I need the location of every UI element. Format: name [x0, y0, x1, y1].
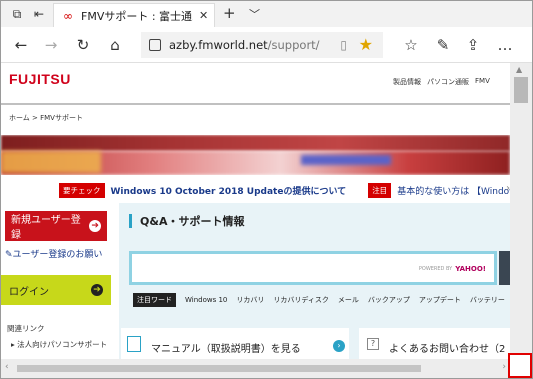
browser-window: ⧉ ⇤ ∞ FMVサポート : 富士通パソ ✕ + ﹀ ← → ↻ ⌂ azby…	[0, 0, 533, 379]
powered-by-yahoo: POWERED BY YAHOO!	[419, 265, 486, 273]
highlighted-corner-box[interactable]	[508, 353, 532, 378]
signup-label: 新規ユーザー登録	[11, 215, 81, 241]
chevron-right-icon: ›	[333, 340, 345, 352]
keyword-label: 注目ワード	[133, 293, 176, 307]
ticker-link-basics[interactable]: 基本的な使い方は 【Windows 10スタートガ	[397, 184, 510, 197]
url-path: /support/	[267, 38, 320, 52]
keyword-item[interactable]: バッテリー	[470, 295, 505, 305]
scroll-right-icon[interactable]: ›	[502, 362, 506, 372]
url-text[interactable]: azby.fmworld.net/support/	[169, 38, 320, 52]
tab-preview-icon[interactable]: ⧉	[9, 6, 25, 22]
qa-title: Q&A・サポート情報	[140, 215, 245, 228]
yahoo-logo: YAHOO!	[455, 265, 486, 273]
fujitsu-logo[interactable]: FUJITSU	[9, 71, 71, 87]
home-button[interactable]: ⌂	[105, 35, 125, 55]
horizontal-scrollbar[interactable]: ‹ ›	[1, 359, 510, 378]
powered-label: POWERED BY	[418, 266, 453, 272]
tab-fmv-support[interactable]: ∞ FMVサポート : 富士通パソ ✕	[53, 3, 215, 27]
navigation-bar: ← → ↻ ⌂ azby.fmworld.net/support/ ▯ ★ ☆ …	[1, 27, 532, 63]
hero-banner[interactable]	[1, 135, 510, 175]
login-button[interactable]: ログイン ➔	[1, 275, 111, 305]
horizontal-scroll-thumb[interactable]	[17, 365, 421, 372]
favorites-hub-icon[interactable]: ☆	[401, 35, 421, 55]
lock-icon	[149, 39, 161, 51]
address-bar[interactable]: azby.fmworld.net/support/ ▯ ★	[141, 32, 383, 58]
faq-card-label: よくあるお問い合わせ（2	[389, 344, 506, 355]
header-divider	[1, 103, 510, 105]
news-ticker: 要チェック Windows 10 October 2018 Updateの提供に…	[59, 183, 510, 198]
top-link-shop[interactable]: パソコン通販	[427, 77, 469, 87]
scroll-up-icon[interactable]: ▲	[516, 65, 522, 74]
keyword-item[interactable]: Windows 10	[185, 296, 227, 304]
more-menu-icon[interactable]: …	[495, 35, 515, 55]
close-tab-icon[interactable]: ✕	[199, 9, 208, 22]
url-domain: azby.fmworld.net	[169, 38, 268, 52]
related-links-title: 関連リンク	[7, 324, 45, 333]
tab-list-chevron-icon[interactable]: ﹀	[249, 6, 260, 22]
related-link-corporate[interactable]: ▸ 法人向けパソコンサポート	[11, 339, 107, 350]
reading-view-icon[interactable]: ▯	[340, 38, 347, 52]
heading-bar	[129, 214, 132, 228]
new-tab-button[interactable]: +	[223, 4, 236, 22]
vertical-scrollbar[interactable]: ▲	[510, 63, 532, 359]
search-button[interactable]	[499, 251, 510, 285]
breadcrumb[interactable]: ホーム > FMVサポート	[9, 113, 83, 123]
keyword-list: 注目ワード Windows 10 リカバリ リカバリディスク メール バックアッ…	[133, 293, 505, 307]
login-label: ログイン	[9, 286, 49, 298]
keyword-item[interactable]: バックアップ	[368, 295, 410, 305]
new-user-registration-button[interactable]: 新規ユーザー登録 ➔	[5, 211, 107, 241]
arrow-right-icon: ➔	[91, 284, 103, 296]
manual-card[interactable]: マニュアル（取扱説明書）を見る ›	[121, 328, 349, 359]
check-tag: 要チェック	[59, 183, 105, 198]
manual-card-label: マニュアル（取扱説明書）を見る	[151, 344, 301, 355]
refresh-button[interactable]: ↻	[73, 35, 93, 55]
ticker-link-windows-update[interactable]: Windows 10 October 2018 Updateの提供について	[111, 184, 347, 197]
web-note-pen-icon[interactable]: ✎	[433, 35, 453, 55]
manual-book-icon	[127, 336, 141, 352]
keyword-item[interactable]: リカバリ	[236, 295, 264, 305]
page-content: FUJITSU 製品情報 パソコン通販 FMV ホーム > FMVサポート 要チ…	[1, 63, 510, 359]
keyword-item[interactable]: リカバリディスク	[273, 295, 329, 305]
qa-heading: Q&A・サポート情報	[129, 213, 244, 229]
notice-tag: 注目	[368, 183, 392, 198]
top-links: 製品情報 パソコン通販 FMV	[393, 77, 490, 87]
faq-card[interactable]: ? よくあるお問い合わせ（2	[359, 328, 510, 359]
tab-title: FMVサポート : 富士通パソ	[81, 9, 193, 23]
favorite-star-icon[interactable]: ★	[359, 35, 373, 54]
keyword-item[interactable]: メール	[338, 295, 359, 305]
forward-button[interactable]: →	[41, 35, 61, 55]
tab-bar: ⧉ ⇤ ∞ FMVサポート : 富士通パソ ✕ + ﹀	[1, 1, 532, 27]
arrow-right-icon: ➔	[89, 220, 101, 232]
question-icon: ?	[367, 338, 379, 350]
set-tabs-aside-icon[interactable]: ⇤	[31, 6, 47, 22]
top-link-fmv[interactable]: FMV	[475, 77, 490, 87]
vertical-scroll-thumb[interactable]	[514, 77, 528, 103]
keyword-item[interactable]: アップデート	[419, 295, 461, 305]
registration-request-link[interactable]: ✎ユーザー登録のお願い	[5, 247, 102, 260]
share-icon[interactable]: ⇪	[463, 35, 483, 55]
related-link-label: 法人向けパソコンサポート	[17, 340, 108, 349]
support-search-input[interactable]: POWERED BY YAHOO!	[129, 251, 497, 285]
registration-link-label: ユーザー登録のお願い	[12, 250, 103, 260]
scroll-left-icon[interactable]: ‹	[5, 362, 9, 372]
fujitsu-favicon-icon: ∞	[63, 8, 73, 23]
top-link-products[interactable]: 製品情報	[393, 77, 421, 87]
back-button[interactable]: ←	[11, 35, 31, 55]
